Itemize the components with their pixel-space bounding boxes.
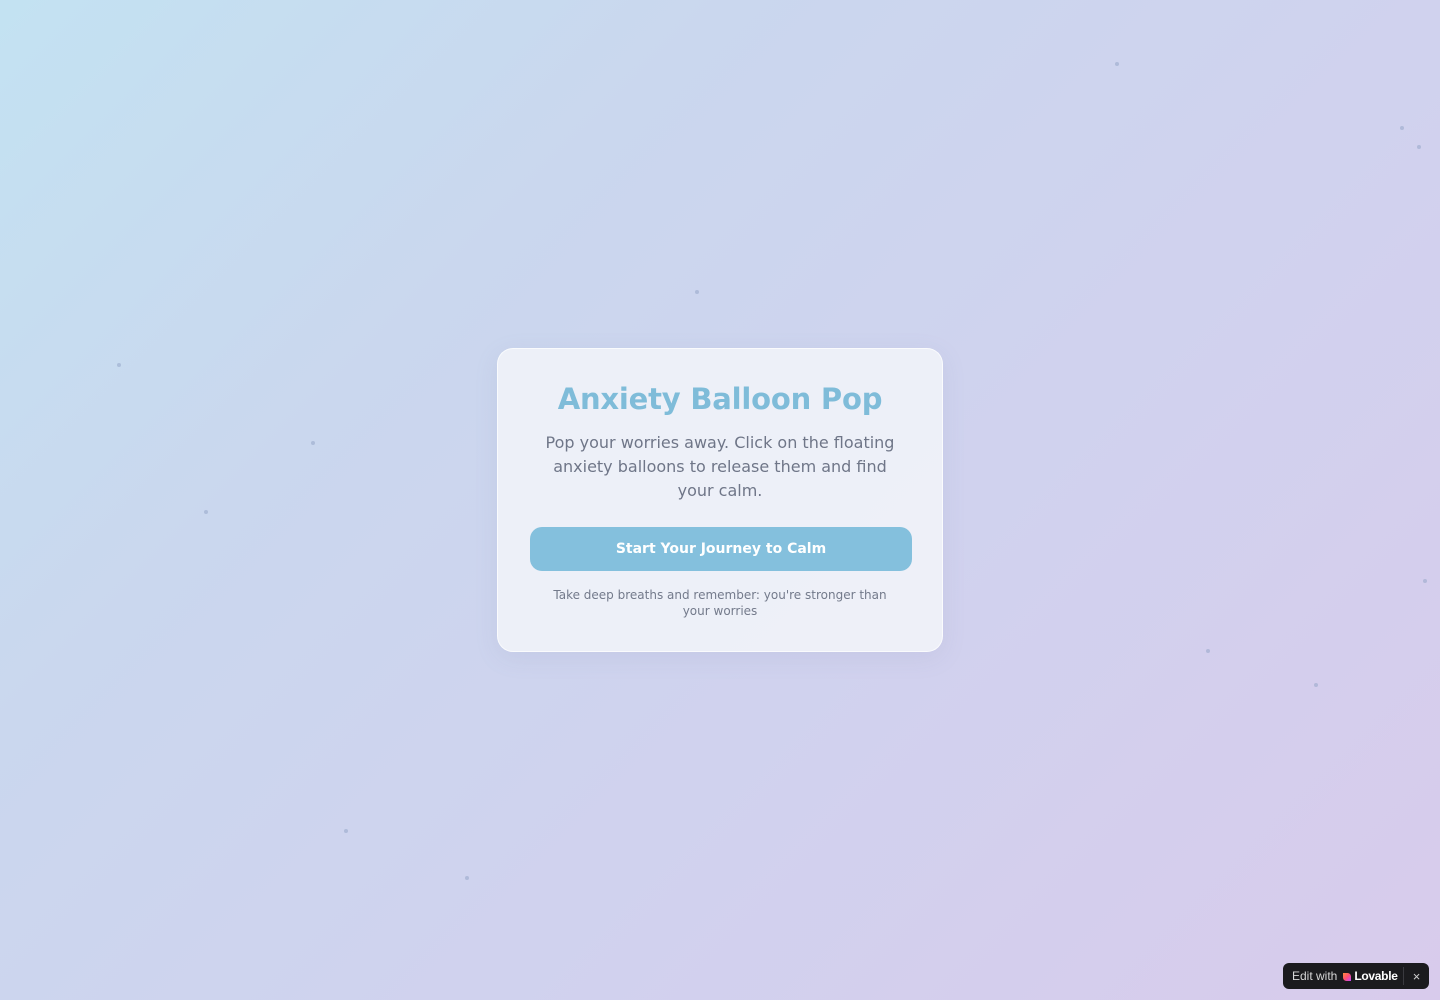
- heart-icon: [1342, 971, 1352, 981]
- decorative-particle: [695, 290, 699, 294]
- decorative-particle: [1423, 579, 1427, 583]
- decorative-particle: [311, 441, 315, 445]
- page-subtitle: Pop your worries away. Click on the floa…: [545, 433, 895, 500]
- decorative-particle: [117, 363, 121, 367]
- close-icon[interactable]: ×: [1404, 963, 1429, 989]
- edit-with-lovable-badge[interactable]: Edit with Lovable ×: [1283, 963, 1429, 989]
- decorative-particle: [344, 829, 348, 833]
- decorative-particle: [1314, 683, 1318, 687]
- decorative-particle: [1206, 649, 1210, 653]
- welcome-card: Anxiety Balloon Pop Pop your worries awa…: [497, 348, 943, 652]
- page-title: Anxiety Balloon Pop: [557, 382, 883, 416]
- decorative-particle: [1400, 126, 1404, 130]
- decorative-particle: [1115, 62, 1119, 66]
- decorative-particle: [1417, 145, 1421, 149]
- encouragement-footnote: Take deep breaths and remember: you're s…: [553, 588, 887, 618]
- badge-brand-text: Lovable: [1354, 969, 1398, 983]
- badge-prefix-text: Edit with: [1292, 969, 1338, 983]
- start-journey-button[interactable]: Start Your Journey to Calm: [530, 527, 912, 571]
- decorative-particle: [204, 510, 208, 514]
- decorative-particle: [465, 876, 469, 880]
